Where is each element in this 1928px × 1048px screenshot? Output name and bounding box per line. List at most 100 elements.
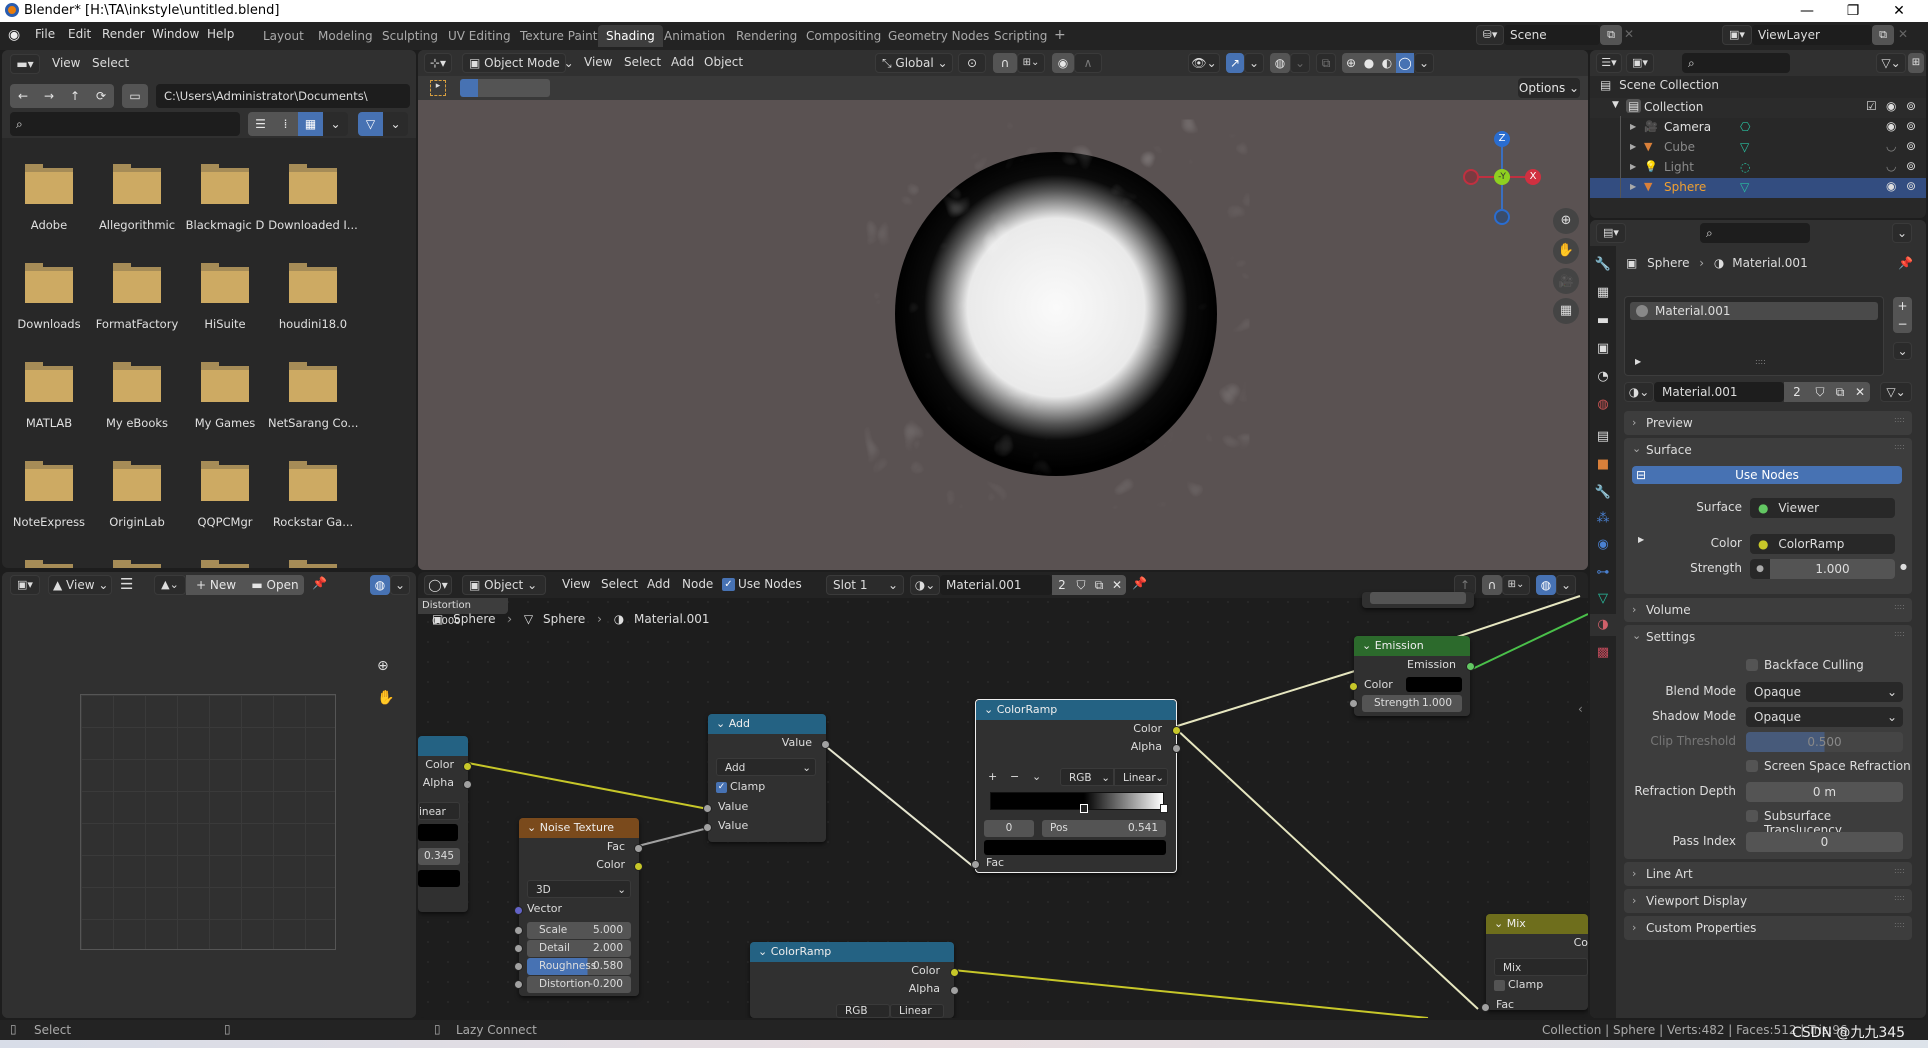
node-header[interactable]: ⌄ Add — [708, 714, 826, 734]
pass-index-field[interactable]: 0 — [1746, 832, 1903, 852]
gizmo-y-icon[interactable]: -Y — [1494, 169, 1510, 185]
options-dropdown[interactable]: Options ⌄ — [1518, 78, 1580, 98]
folder-item[interactable]: My Games — [180, 348, 270, 438]
constraints-tab-icon[interactable]: ⊶ — [1592, 562, 1614, 584]
render-camera-icon[interactable]: ⊚ — [1906, 139, 1916, 153]
render-camera-icon[interactable]: ⊚ — [1906, 179, 1916, 193]
exclude-checkbox-icon[interactable]: ☑ — [1866, 99, 1877, 113]
new-collection-icon[interactable]: ⊞ — [1908, 53, 1924, 73]
collapse-chevron-icon[interactable]: ⌄ — [716, 717, 729, 730]
node-add[interactable]: ⌄ Add Value Add ⌄ ✓ Clamp Value Value — [703, 714, 830, 842]
visibility-icon[interactable]: 👁⌄ — [1188, 53, 1220, 73]
hamburger-menu-icon[interactable]: ☰ — [120, 575, 133, 593]
material-name-field[interactable]: Material.001 — [1654, 382, 1784, 402]
collapse-chevron-icon[interactable]: ⌄ — [758, 945, 771, 958]
object-tab-icon[interactable]: ■ — [1592, 454, 1614, 476]
orientation-dropdown[interactable]: ⤡ Global ⌄ — [875, 53, 953, 73]
editor-type-image-icon[interactable]: ▣▾ — [10, 575, 40, 595]
input-socket-detail[interactable] — [514, 944, 523, 953]
shading-chevron-icon[interactable]: ⌄ — [1414, 53, 1434, 73]
pin-icon[interactable]: 📌 — [312, 576, 327, 590]
tab-animation[interactable]: Animation — [656, 27, 733, 45]
xray-icon[interactable]: ⧉ — [1316, 53, 1336, 73]
editor-type-properties-icon[interactable]: ▤▾ — [1596, 223, 1626, 243]
data-tab-icon[interactable]: ▽ — [1592, 588, 1614, 610]
new-image-button[interactable]: + New — [186, 575, 246, 595]
folder-item[interactable]: OriginLab — [92, 447, 182, 537]
color-ramp-gradient[interactable] — [990, 792, 1164, 810]
viewport-canvas[interactable]: Z -Y X ⊕ ✋ 🎥 ▦ — [418, 100, 1588, 570]
ssr-checkbox[interactable] — [1746, 760, 1758, 772]
expanded-chevron-icon[interactable]: ⌄ — [1632, 629, 1641, 642]
material-slot-item[interactable]: Material.001 — [1630, 302, 1878, 320]
zoom-icon[interactable]: ⊕ — [377, 658, 389, 674]
value-input-socket-1[interactable] — [703, 804, 712, 813]
value-input-socket-2[interactable] — [703, 823, 712, 832]
expand-triangle-icon[interactable]: ▶ — [1635, 357, 1641, 366]
scene-selector-icon[interactable]: ⛁▾ — [1476, 25, 1504, 45]
visibility-eye-icon[interactable]: ◡ — [1886, 139, 1896, 153]
ramp-specials-chevron-icon[interactable]: ⌄ — [1032, 770, 1041, 783]
strength-field[interactable]: Strength 1.000 — [1362, 695, 1462, 712]
menu-window[interactable]: Window — [152, 27, 199, 41]
menu-help[interactable]: Help — [207, 27, 234, 41]
zoom-icon[interactable]: ⊕ — [1553, 208, 1579, 234]
interpolation-dropdown[interactable]: Linear — [890, 1004, 944, 1018]
vertical-list-icon[interactable]: ☰ — [248, 112, 273, 136]
subsurface-checkbox[interactable] — [1746, 810, 1758, 822]
refraction-depth-field[interactable]: 0 m — [1746, 782, 1903, 802]
pivot-point-icon[interactable]: ⊙ — [958, 53, 986, 73]
node-header[interactable]: ⌄ ColorRamp — [750, 942, 954, 962]
pin-icon[interactable]: 📌 — [1898, 256, 1913, 270]
ortho-grid-icon[interactable]: ▦ — [1553, 298, 1579, 324]
select-invert-icon[interactable] — [514, 79, 532, 97]
viewport-menu-view[interactable]: View — [584, 55, 612, 69]
folder-item[interactable]: Blackmagic D — [180, 150, 270, 240]
panel-line-art[interactable]: › Line Art :::: — [1624, 862, 1912, 886]
ramp-stop-handle-active[interactable] — [1080, 804, 1089, 813]
select-new-icon[interactable] — [460, 79, 478, 97]
pan-hand-icon[interactable]: ✋ — [377, 690, 394, 706]
rendered-shading-icon[interactable]: ◯ — [1396, 53, 1414, 73]
add-stop-icon[interactable]: + — [988, 770, 997, 783]
object-data-icon[interactable]: ⎔ — [1740, 120, 1750, 134]
tab-geometry-nodes[interactable]: Geometry Nodes — [880, 27, 997, 45]
panel-settings-label[interactable]: Settings — [1646, 630, 1695, 644]
proportional-edit-icon[interactable]: ◉ — [1052, 53, 1074, 73]
outliner-filter-icon[interactable]: ▽⌄ — [1876, 53, 1906, 73]
drag-grip-icon[interactable]: :::: — [1894, 602, 1905, 611]
clip-threshold-slider[interactable]: 0.500 — [1746, 732, 1903, 752]
delete-scene-icon[interactable]: ✕ — [1624, 27, 1634, 41]
expand-triangle-icon[interactable]: ▶ — [1630, 142, 1636, 151]
minimize-button[interactable]: — — [1784, 0, 1830, 22]
solid-shading-icon[interactable]: ● — [1360, 53, 1378, 73]
expanded-chevron-icon[interactable]: ⌄ — [1632, 442, 1641, 455]
folder-item[interactable]: Adobe — [4, 150, 94, 240]
folder-item[interactable]: QQPCMgr — [180, 447, 270, 537]
dimensions-dropdown[interactable]: 3D ⌄ — [527, 880, 631, 898]
math-operation-dropdown[interactable]: Add ⌄ — [716, 758, 816, 776]
pan-hand-icon[interactable]: ✋ — [1553, 238, 1579, 264]
texture-tab-icon[interactable]: ▩ — [1592, 642, 1614, 664]
menu-edit[interactable]: Edit — [68, 27, 91, 41]
blend-mode-dropdown[interactable]: Opaque ⌄ — [1746, 682, 1903, 702]
clamp-checkbox[interactable]: ✓ — [716, 782, 727, 793]
editor-type-3d-icon[interactable]: ⊹▾ — [424, 53, 452, 73]
view-layer-icon[interactable]: ▣▾ — [1722, 25, 1752, 45]
node-colorramp[interactable]: ⌄ ColorRamp Color Alpha + − ⌄ RGB ⌄ Linea… — [971, 699, 1181, 873]
panel-surface-label[interactable]: Surface — [1646, 443, 1692, 457]
display-mode-icon[interactable]: ▣▾ — [1626, 53, 1654, 73]
tab-layout[interactable]: Layout — [255, 27, 312, 45]
resize-grip-icon[interactable]: :::: — [1755, 357, 1766, 366]
visibility-eye-icon[interactable]: ◉ — [1886, 119, 1896, 133]
forward-arrow-icon[interactable]: → — [36, 84, 62, 108]
input-socket-scale[interactable] — [514, 926, 523, 935]
expand-triangle-icon[interactable]: ▼ — [1612, 100, 1619, 110]
expand-triangle-icon[interactable]: ▶ — [1630, 122, 1636, 131]
unlink-material-icon[interactable]: ✕ — [1850, 382, 1870, 402]
tab-rendering[interactable]: Rendering — [728, 27, 805, 45]
tab-sculpting[interactable]: Sculpting — [374, 27, 446, 45]
node-header[interactable] — [418, 736, 468, 756]
stop-color-swatch[interactable] — [984, 840, 1166, 855]
node-colorramp-2[interactable]: ⌄ ColorRamp Color Alpha RGB Linear — [750, 942, 959, 1018]
